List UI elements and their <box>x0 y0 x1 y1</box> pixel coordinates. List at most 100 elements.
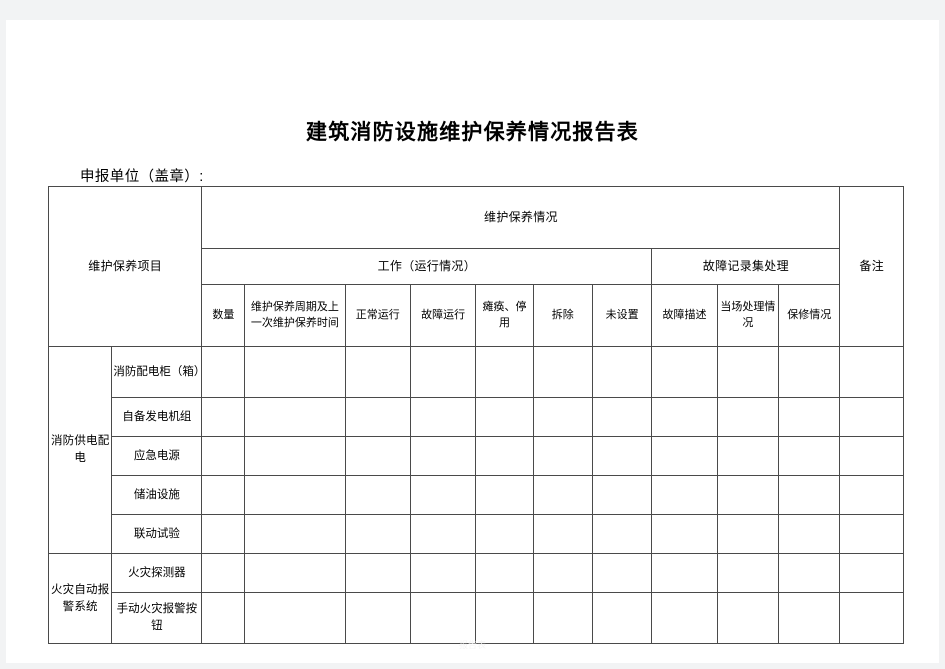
cell-cycle[interactable] <box>244 397 346 437</box>
header-col-cycle-lasttime: 维护保养周期及上一次维护保养时间 <box>244 284 346 347</box>
cell-onsite[interactable] <box>716 475 780 515</box>
header-col-quantity: 数量 <box>201 284 246 347</box>
cell-onsite[interactable] <box>716 346 780 398</box>
cell-removed[interactable] <box>532 475 593 515</box>
cell-cycle[interactable] <box>244 514 346 554</box>
cell-quantity[interactable] <box>201 346 246 398</box>
group-name-fire-alarm: 火灾自动报警系统 <box>47 553 113 644</box>
cell-quantity[interactable] <box>201 592 246 644</box>
cell-onsite[interactable] <box>716 553 780 593</box>
table-row: 应急电源 <box>49 436 904 476</box>
cell-warranty[interactable] <box>778 436 841 476</box>
cell-paralyzed[interactable] <box>475 397 534 437</box>
cell-fault-desc[interactable] <box>651 514 718 554</box>
cell-normal[interactable] <box>344 553 411 593</box>
cell-normal[interactable] <box>344 346 411 398</box>
cell-cycle[interactable] <box>244 553 346 593</box>
cell-onsite[interactable] <box>716 514 780 554</box>
cell-onsite[interactable] <box>716 592 780 644</box>
cell-remark[interactable] <box>839 346 904 398</box>
item-label: 应急电源 <box>111 436 203 476</box>
page-title: 建筑消防设施维护保养情况报告表 <box>306 120 639 144</box>
cell-fault-desc[interactable] <box>651 475 718 515</box>
cell-fault-desc[interactable] <box>651 346 718 398</box>
cell-normal[interactable] <box>344 397 411 437</box>
cell-quantity[interactable] <box>201 514 246 554</box>
cell-fault-running[interactable] <box>409 436 477 476</box>
cell-not-installed[interactable] <box>591 346 653 398</box>
cell-remark[interactable] <box>839 553 904 593</box>
cell-warranty[interactable] <box>778 397 841 437</box>
cell-warranty[interactable] <box>778 475 841 515</box>
item-label: 火灾探测器 <box>111 553 203 593</box>
cell-normal[interactable] <box>344 592 411 644</box>
cell-paralyzed[interactable] <box>475 553 534 593</box>
table-row: 储油设施 <box>49 475 904 515</box>
header-col-warranty: 保修情况 <box>778 284 841 347</box>
cell-normal[interactable] <box>344 514 411 554</box>
cell-fault-desc[interactable] <box>651 592 718 644</box>
cell-remark[interactable] <box>839 514 904 554</box>
cell-fault-running[interactable] <box>409 397 477 437</box>
cell-paralyzed[interactable] <box>475 436 534 476</box>
header-col-onsite-handle: 当场处理情况 <box>716 284 780 347</box>
cell-warranty[interactable] <box>778 553 841 593</box>
cell-removed[interactable] <box>532 346 593 398</box>
cell-normal[interactable] <box>344 436 411 476</box>
cell-paralyzed[interactable] <box>475 592 534 644</box>
cell-removed[interactable] <box>532 397 593 437</box>
header-fault-group: 故障记录集处理 <box>651 248 841 285</box>
header-work-group: 工作（运行情况） <box>201 248 653 285</box>
cell-onsite[interactable] <box>716 436 780 476</box>
cell-normal[interactable] <box>344 475 411 515</box>
cell-quantity[interactable] <box>201 436 246 476</box>
cell-fault-running[interactable] <box>409 553 477 593</box>
cell-warranty[interactable] <box>778 346 841 398</box>
cell-quantity[interactable] <box>201 475 246 515</box>
item-label: 储油设施 <box>111 475 203 515</box>
cell-fault-desc[interactable] <box>651 553 718 593</box>
table-row: 火灾自动报警系统 火灾探测器 <box>47 553 904 644</box>
cell-cycle[interactable] <box>244 592 346 644</box>
cell-removed[interactable] <box>532 514 593 554</box>
page-watermark: 报告表 <box>458 640 486 650</box>
header-project-column: 维护保养项目 <box>47 186 203 347</box>
cell-remark[interactable] <box>839 397 904 437</box>
cell-fault-running[interactable] <box>409 514 477 554</box>
cell-cycle[interactable] <box>244 475 346 515</box>
cell-fault-desc[interactable] <box>651 397 718 437</box>
cell-fault-running[interactable] <box>409 475 477 515</box>
cell-removed[interactable] <box>532 592 593 644</box>
cell-cycle[interactable] <box>244 346 346 398</box>
cell-not-installed[interactable] <box>591 436 653 476</box>
cell-paralyzed[interactable] <box>475 346 534 398</box>
cell-not-installed[interactable] <box>591 397 653 437</box>
cell-onsite[interactable] <box>716 397 780 437</box>
cell-removed[interactable] <box>532 553 593 593</box>
cell-not-installed[interactable] <box>591 553 653 593</box>
header-remark-column: 备注 <box>839 186 904 347</box>
cell-cycle[interactable] <box>244 436 346 476</box>
cell-remark[interactable] <box>839 436 904 476</box>
cell-warranty[interactable] <box>778 592 841 644</box>
cell-not-installed[interactable] <box>591 475 653 515</box>
cell-removed[interactable] <box>532 436 593 476</box>
cell-remark[interactable] <box>839 592 904 644</box>
cell-remark[interactable] <box>839 475 904 515</box>
cell-quantity[interactable] <box>201 397 246 437</box>
cell-paralyzed[interactable] <box>475 514 534 554</box>
cell-paralyzed[interactable] <box>475 475 534 515</box>
table-row: 自备发电机组 <box>49 397 904 437</box>
cell-fault-running[interactable] <box>409 592 477 644</box>
cell-fault-desc[interactable] <box>651 436 718 476</box>
cell-warranty[interactable] <box>778 514 841 554</box>
cell-not-installed[interactable] <box>591 514 653 554</box>
cell-quantity[interactable] <box>201 553 246 593</box>
header-col-not-installed: 未设置 <box>591 284 653 347</box>
cell-not-installed[interactable] <box>591 592 653 644</box>
cell-fault-running[interactable] <box>409 346 477 398</box>
table-row: 消防供电配电 消防配电柜（箱） <box>47 346 904 554</box>
item-label: 手动火灾报警按钮 <box>111 592 203 644</box>
document-page: 建筑消防设施维护保养情况报告表 申报单位（盖章）: 维护保养项目 维护保养情况 … <box>6 20 939 663</box>
table-header-row-1: 维护保养项目 维护保养情况 备注 <box>47 186 904 347</box>
